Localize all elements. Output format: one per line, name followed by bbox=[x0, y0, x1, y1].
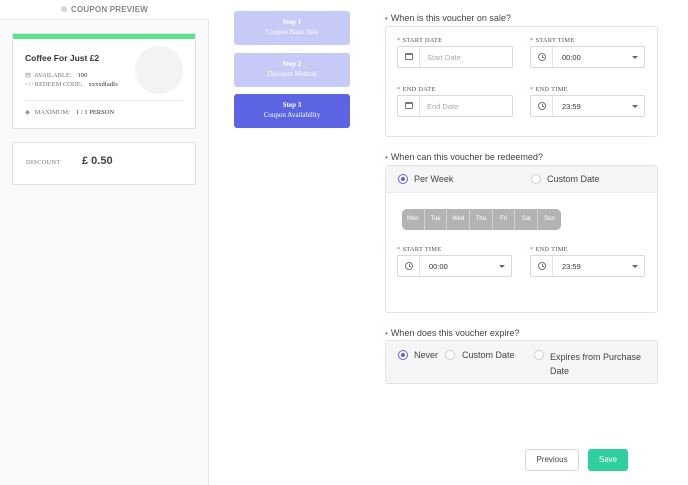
step-3-number: Step 3 bbox=[282, 101, 302, 109]
start-date-label: * START DATE bbox=[397, 37, 443, 44]
available-value: 100 bbox=[77, 72, 88, 79]
step-2-button[interactable]: Step 2 Discount Method bbox=[234, 53, 350, 87]
step-3-button[interactable]: Step 3 Coupon Availability bbox=[234, 94, 350, 128]
start-time-value: 00:00 bbox=[562, 53, 581, 62]
expires-from-purchase-line2: Date bbox=[550, 366, 570, 376]
redeem-end-time-value: 23:59 bbox=[562, 262, 581, 271]
clock-icon bbox=[531, 47, 553, 67]
chevron-down-icon bbox=[632, 56, 638, 59]
save-button[interactable]: Save bbox=[588, 449, 628, 471]
redeem-start-time-select[interactable]: 00:00 bbox=[397, 255, 512, 277]
sale-question: • When is this voucher on sale? bbox=[385, 13, 511, 23]
end-date-placeholder: End Date bbox=[427, 102, 459, 111]
preview-header: COUPON PREVIEW bbox=[0, 0, 209, 20]
start-time-label: * START TIME bbox=[530, 37, 575, 44]
weekday-selector: Mon Tue Wed Thu Fri Sat Sun bbox=[402, 209, 561, 230]
redeem-start-time-label: * START TIME bbox=[397, 246, 442, 253]
maximum-row: ◆ MAXIMUM: 1 / 1 PERSON bbox=[25, 108, 114, 116]
coupon-image-placeholder bbox=[135, 46, 183, 94]
custom-date-label[interactable]: Custom Date bbox=[547, 174, 600, 184]
step-2-label: Discount Method bbox=[267, 70, 317, 78]
per-week-label[interactable]: Per Week bbox=[414, 174, 453, 184]
code-icon: </> bbox=[25, 81, 35, 88]
discount-card: DISCOUNT £ 0.50 bbox=[12, 142, 196, 185]
start-time-select[interactable]: 00:00 bbox=[530, 46, 645, 68]
clock-icon bbox=[531, 96, 553, 116]
building-icon: ▤ bbox=[25, 72, 32, 79]
end-time-value: 23:59 bbox=[562, 102, 581, 111]
redeem-question: • When can this voucher be redeemed? bbox=[385, 152, 543, 162]
start-date-placeholder: Start Date bbox=[427, 53, 461, 62]
day-sun[interactable]: Sun bbox=[538, 209, 561, 230]
day-sat[interactable]: Sat bbox=[515, 209, 539, 230]
start-date-label-text: START DATE bbox=[402, 37, 443, 44]
redeem-code-label: REDEEM CODE: bbox=[34, 81, 83, 88]
never-radio[interactable] bbox=[398, 350, 408, 360]
expire-section: Never Custom Date Expires from Purchase … bbox=[385, 340, 658, 384]
clock-icon bbox=[531, 256, 553, 276]
discount-label: DISCOUNT bbox=[26, 159, 61, 166]
custom-date-radio[interactable] bbox=[531, 174, 541, 184]
coupon-preview-panel: COUPON PREVIEW Coffee For Just £2 ▤ AVAI… bbox=[0, 0, 209, 485]
chevron-down-icon bbox=[632, 105, 638, 108]
step-1-number: Step 1 bbox=[282, 18, 302, 26]
never-label[interactable]: Never bbox=[414, 350, 438, 360]
redeem-code-row: </> REDEEM CODE: xxxxdfadfs bbox=[25, 81, 118, 88]
chevron-down-icon bbox=[632, 265, 638, 268]
available-label: AVAILABLE: bbox=[34, 72, 72, 79]
end-date-label: * END DATE bbox=[397, 86, 436, 93]
coupon-accent-bar bbox=[13, 34, 195, 39]
calendar-icon bbox=[398, 47, 420, 67]
step-1-button[interactable]: Step 1 Coupon Basic Info bbox=[234, 11, 350, 45]
start-date-input[interactable]: Start Date bbox=[397, 46, 513, 68]
expire-custom-date-radio[interactable] bbox=[445, 350, 455, 360]
clock-icon bbox=[398, 256, 420, 276]
discount-value: £ 0.50 bbox=[82, 155, 113, 167]
day-thu[interactable]: Thu bbox=[470, 209, 493, 230]
coupon-title: Coffee For Just £2 bbox=[25, 53, 100, 63]
redeem-start-time-label-text: START TIME bbox=[402, 246, 442, 253]
end-time-select[interactable]: 23:59 bbox=[530, 95, 645, 117]
calendar-icon bbox=[398, 96, 420, 116]
redeem-end-time-select[interactable]: 23:59 bbox=[530, 255, 645, 277]
expire-custom-date-label[interactable]: Custom Date bbox=[462, 350, 515, 360]
available-row: ▤ AVAILABLE: 100 bbox=[25, 71, 87, 79]
end-time-label: * END TIME bbox=[530, 86, 568, 93]
day-wed[interactable]: Wed bbox=[447, 209, 471, 230]
end-date-label-text: END DATE bbox=[402, 86, 436, 93]
end-time-label-text: END TIME bbox=[535, 86, 568, 93]
start-time-label-text: START TIME bbox=[535, 37, 575, 44]
redeem-start-time-value: 00:00 bbox=[429, 262, 448, 271]
tag-icon: ◆ bbox=[25, 109, 30, 116]
redeem-end-time-label: * END TIME bbox=[530, 246, 568, 253]
redeem-section: Per Week Custom Date Mon Tue Wed Thu Fri… bbox=[385, 165, 658, 313]
day-fri[interactable]: Fri bbox=[492, 209, 516, 230]
expire-question: • When does this voucher expire? bbox=[385, 328, 520, 338]
step-1-label: Coupon Basic Info bbox=[265, 28, 319, 36]
previous-button[interactable]: Previous bbox=[525, 449, 579, 471]
end-date-input[interactable]: End Date bbox=[397, 95, 513, 117]
chevron-down-icon bbox=[499, 265, 505, 268]
maximum-label: MAXIMUM: bbox=[34, 109, 71, 116]
redeem-end-time-label-text: END TIME bbox=[535, 246, 568, 253]
expires-from-purchase-label[interactable]: Expires from Purchase Date bbox=[550, 350, 641, 378]
maximum-value: 1 / 1 PERSON bbox=[76, 109, 115, 116]
step-2-number: Step 2 bbox=[282, 60, 302, 68]
expires-from-purchase-line1: Expires from Purchase bbox=[550, 352, 642, 362]
sale-question-text: When is this voucher on sale? bbox=[390, 13, 511, 23]
coupon-card: Coffee For Just £2 ▤ AVAILABLE: 100 </> R… bbox=[12, 33, 196, 129]
preview-dot-icon bbox=[60, 5, 67, 12]
step-3-label: Coupon Availability bbox=[263, 111, 321, 119]
redeem-code-value: xxxxdfadfs bbox=[88, 81, 118, 88]
per-week-radio[interactable] bbox=[398, 174, 408, 184]
day-mon[interactable]: Mon bbox=[402, 209, 425, 230]
sale-section: * START DATE Start Date * START TIME 00:00… bbox=[385, 26, 658, 137]
coupon-divider bbox=[25, 100, 183, 101]
expires-from-purchase-radio[interactable] bbox=[534, 350, 544, 360]
day-tue[interactable]: Tue bbox=[424, 209, 448, 230]
expire-question-text: When does this voucher expire? bbox=[390, 328, 520, 338]
redeem-question-text: When can this voucher be redeemed? bbox=[390, 152, 543, 162]
preview-title: COUPON PREVIEW bbox=[70, 5, 149, 14]
